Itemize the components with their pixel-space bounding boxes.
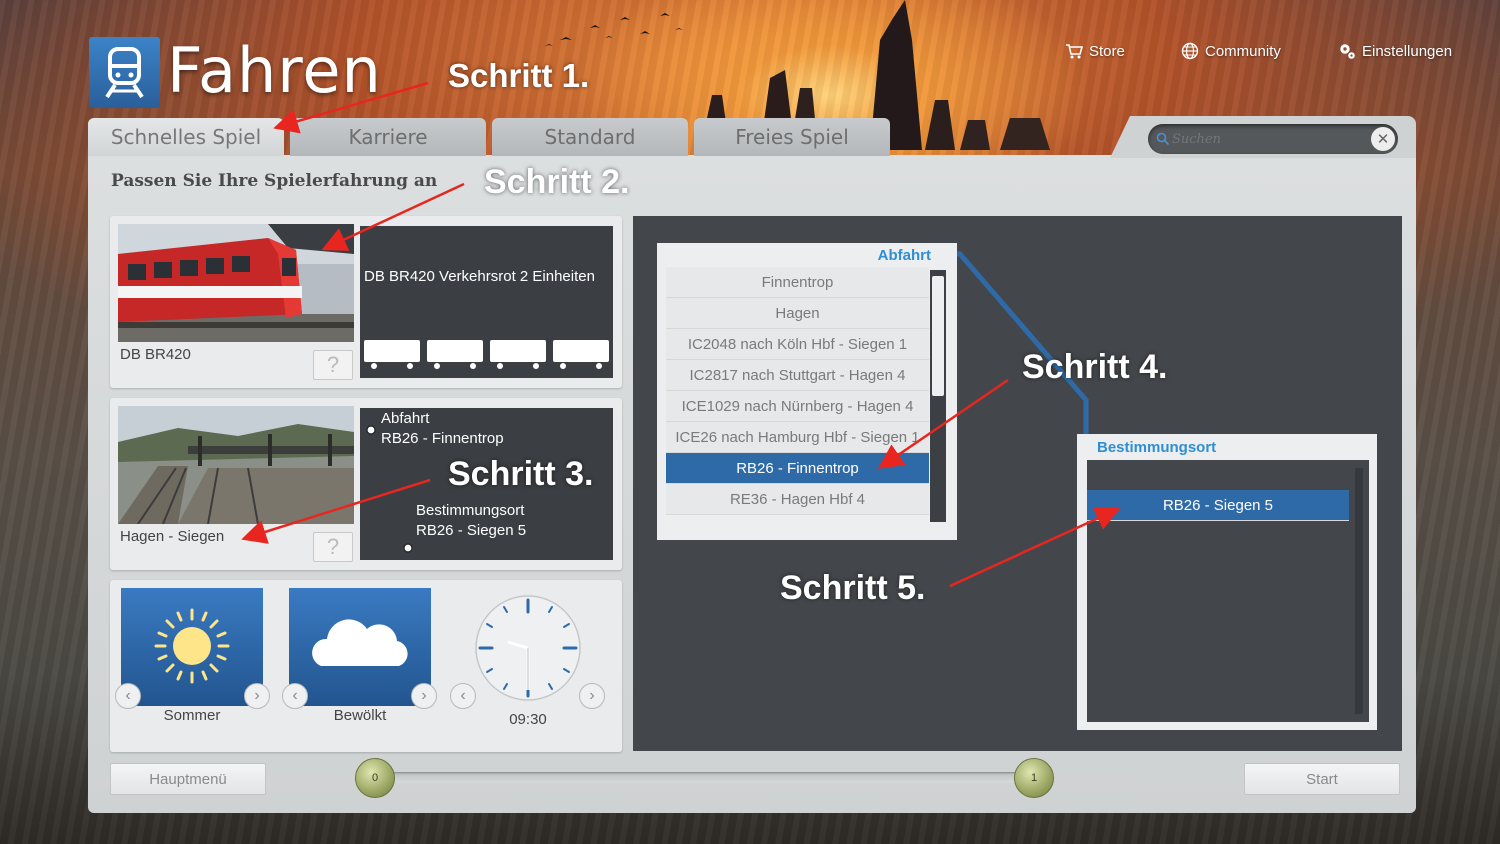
list-item-selected[interactable]: RB26 - Finnentrop <box>666 453 929 484</box>
main-menu-button[interactable]: Hauptmenü <box>110 763 266 795</box>
destination-list-title: Bestimmungsort <box>1097 439 1217 456</box>
annotation-step2: Schritt 2. <box>484 163 630 201</box>
list-item[interactable]: Finnentrop <box>666 267 929 298</box>
list-item[interactable]: RE36 - Hagen Hbf 4 <box>666 484 929 515</box>
list-item[interactable]: ICE1029 nach Nürnberg - Hagen 4 <box>666 391 929 422</box>
slider-max-knob[interactable]: 1 <box>1014 758 1054 798</box>
list-item-selected[interactable]: RB26 - Siegen 5 <box>1087 490 1349 521</box>
list-item[interactable]: IC2048 nach Köln Hbf - Siegen 1 <box>666 329 929 360</box>
annotation-step3: Schritt 3. <box>448 455 594 493</box>
annotation-step4: Schritt 4. <box>1022 348 1168 386</box>
destination-list-scrollbar[interactable] <box>1355 468 1363 714</box>
departure-list-scrollbar[interactable] <box>930 270 946 522</box>
destination-list-area: RB26 - Siegen 5 <box>1087 460 1369 722</box>
list-item[interactable]: ICE26 nach Hamburg Hbf - Siegen 1 <box>666 422 929 453</box>
departure-list-items: Finnentrop Hagen IC2048 nach Köln Hbf - … <box>657 243 957 540</box>
scrollbar-thumb[interactable] <box>932 276 944 396</box>
list-item[interactable]: Hagen <box>666 298 929 329</box>
start-button[interactable]: Start <box>1244 763 1400 795</box>
annotation-step5: Schritt 5. <box>780 569 926 607</box>
slider-min-knob[interactable]: 0 <box>355 758 395 798</box>
progress-slider[interactable] <box>374 772 1034 784</box>
list-item[interactable]: IC2817 nach Stuttgart - Hagen 4 <box>666 360 929 391</box>
annotation-step1: Schritt 1. <box>448 57 590 94</box>
